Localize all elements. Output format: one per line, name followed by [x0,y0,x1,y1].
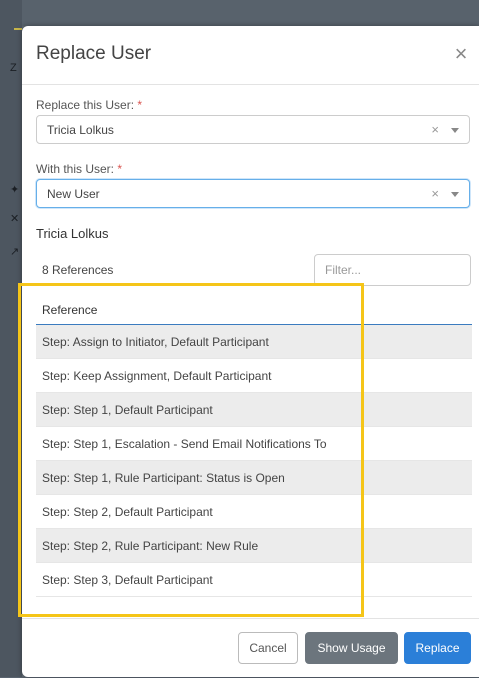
table-row[interactable]: Step: Step 3, Default Participant [36,563,472,597]
dialog-header: Replace User × [22,26,479,85]
table-row[interactable]: Step: Step 1, Default Participant [36,393,472,427]
selected-user-heading: Tricia Lolkus [36,226,109,241]
table-cell: Step: Step 2, Default Participant [42,505,213,519]
clear-icon[interactable]: × [431,186,439,201]
table-cell: Step: Keep Assignment, Default Participa… [42,369,272,383]
table-row[interactable]: Step: Keep Assignment, Default Participa… [36,359,472,393]
table-cell: Step: Step 1, Default Participant [42,403,213,417]
required-mark: * [137,98,143,112]
replace-user-label-text: Replace this User: [36,98,135,112]
table-cell: Step: Step 2, Rule Participant: New Rule [42,539,259,553]
dialog-footer: Cancel Show Usage Replace [22,618,479,678]
clear-icon[interactable]: × [431,122,439,137]
show-usage-button[interactable]: Show Usage [305,632,398,664]
background-glyph: ✕ [10,213,20,225]
replace-button[interactable]: Replace [404,632,471,664]
table-row[interactable]: Step: Assign to Initiator, Default Parti… [36,325,472,359]
background-header [0,0,479,26]
close-icon[interactable]: × [449,40,473,68]
background-glyph: ↗ [10,246,20,258]
table-row[interactable]: Step: Step 2, Rule Participant: New Rule [36,529,472,563]
column-header-reference: Reference [42,303,98,317]
background-glyph: Z [10,62,17,74]
cancel-button[interactable]: Cancel [238,632,298,664]
replace-user-select[interactable]: Tricia Lolkus × [36,115,470,144]
dialog-title: Replace User [36,43,152,64]
table-header[interactable]: Reference [36,294,472,325]
table-cell: Step: Step 3, Default Participant [42,573,213,587]
replace-user-label: Replace this User: * [36,98,142,112]
with-user-label: With this User: * [36,162,122,176]
chevron-down-icon[interactable] [451,192,459,197]
table-cell: Step: Step 1, Rule Participant: Status i… [42,471,285,485]
with-user-value: New User [47,187,100,201]
required-mark: * [117,162,123,176]
table-row[interactable]: Step: Step 1, Escalation - Send Email No… [36,427,472,461]
table-row[interactable]: Step: Step 2, Default Participant [36,495,472,529]
replace-user-dialog: Replace User × Replace this User: * Tric… [22,26,479,677]
chevron-down-icon[interactable] [451,128,459,133]
table-cell: Step: Step 1, Escalation - Send Email No… [42,437,327,451]
references-table: Reference Step: Assign to Initiator, Def… [36,294,472,597]
reference-count: 8 References [42,263,114,277]
with-user-select[interactable]: New User × [36,179,470,208]
background-glyph: ✦ [10,184,20,196]
background-sidebar [0,0,22,677]
filter-input[interactable] [314,254,471,286]
replace-user-value: Tricia Lolkus [47,123,114,137]
table-cell: Step: Assign to Initiator, Default Parti… [42,335,269,349]
table-row[interactable]: Step: Step 1, Rule Participant: Status i… [36,461,472,495]
with-user-label-text: With this User: [36,162,115,176]
background-accent-line [14,28,22,30]
